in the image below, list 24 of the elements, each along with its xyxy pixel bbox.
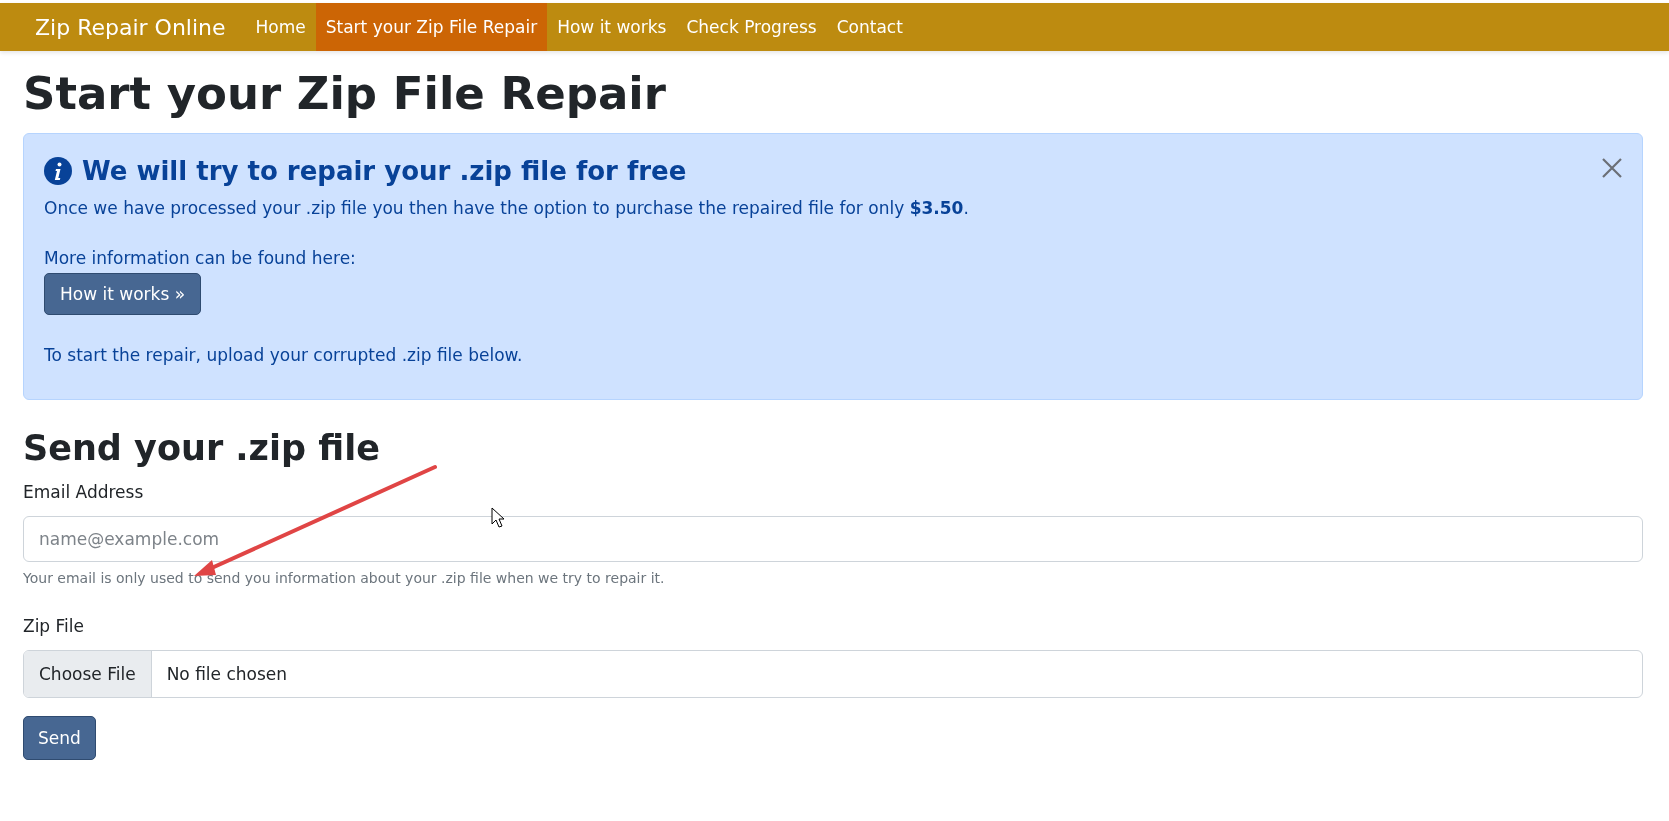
alert-footer-text: To start the repair, upload your corrupted .zip file below. — [44, 344, 524, 367]
email-label: Email Address — [23, 481, 145, 502]
file-status: No file chosen — [165, 662, 289, 686]
nav-link[interactable]: Start your Zip File Repair — [315, 3, 548, 51]
nav-link[interactable]: Home — [245, 3, 316, 51]
alert-text: Once we have processed your .zip file you then have the option to purchase the repaired file for only $3.50. — [44, 197, 970, 220]
page-title: Start your Zip File Repair — [23, 67, 667, 121]
email-help-text: Your email is only used to send you information about your .zip file when we try to repair it. — [23, 569, 666, 586]
info-icon — [44, 157, 72, 185]
how-it-works-button[interactable]: How it works » — [44, 273, 202, 315]
form-title: Send your .zip file — [23, 427, 381, 468]
choose-file-button[interactable]: Choose File — [24, 650, 152, 697]
file-input[interactable]: Choose File No file chosen — [23, 649, 1643, 698]
file-label: Zip File — [23, 615, 85, 636]
close-icon[interactable] — [1600, 156, 1624, 180]
nav-link[interactable]: How it works — [547, 3, 677, 51]
nav-link[interactable]: Contact — [826, 3, 913, 51]
email-field[interactable]: name@example.com — [23, 515, 1643, 562]
nav-link[interactable]: Check Progress — [676, 3, 827, 51]
brand-link[interactable]: Zip Repair Online — [35, 3, 226, 51]
send-button[interactable]: Send — [23, 715, 96, 760]
cursor-icon — [491, 507, 505, 528]
alert-heading: We will try to repair your .zip file for free — [82, 156, 687, 186]
more-info-text: More information can be found here: — [44, 246, 357, 270]
